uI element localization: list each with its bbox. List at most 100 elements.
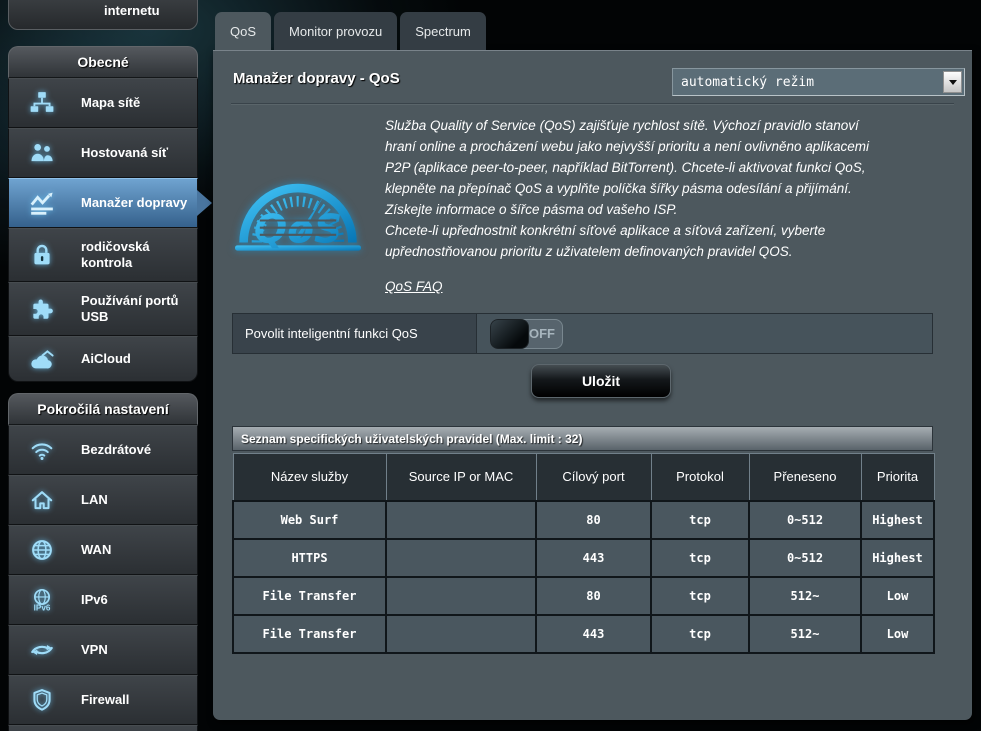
- sidebar-item-network-map[interactable]: Mapa sítě: [8, 78, 198, 128]
- qos-enable-label: Povolit inteligentní funkci QoS: [233, 314, 477, 353]
- qos-description-p2: Získejte informace o šířce pásma od vaše…: [385, 199, 890, 220]
- sidebar-item-partial[interactable]: [8, 725, 198, 731]
- lock-icon: [25, 242, 59, 268]
- cell-service: File Transfer: [233, 577, 386, 615]
- main-panel: Manažer dopravy - QoS automatický režim …: [213, 50, 972, 720]
- sidebar-item-guest-network[interactable]: Hostovaná síť: [8, 128, 198, 178]
- home-icon: [25, 487, 59, 513]
- cell-port: 443: [536, 539, 651, 577]
- tab-traffic-monitor[interactable]: Monitor provozu: [274, 12, 397, 50]
- sidebar-item-firewall[interactable]: Firewall: [8, 675, 198, 725]
- cell-source: [386, 501, 536, 539]
- page-title: Manažer dopravy - QoS: [233, 70, 400, 87]
- sidebar-item-label: Mapa sítě: [81, 95, 140, 111]
- quick-setup-label: internetu: [104, 3, 160, 18]
- save-button[interactable]: Uložit: [531, 364, 671, 398]
- cell-transferred: 0~512: [749, 501, 861, 539]
- vpn-arrows-icon: [25, 637, 59, 663]
- sidebar-item-label: Hostovaná síť: [81, 145, 168, 161]
- sidebar-item-label: rodičovská kontrola: [81, 239, 191, 271]
- rules-table: Název služby Source IP or MAC Cílový por…: [232, 453, 935, 654]
- qos-description: Služba Quality of Service (QoS) zajišťuj…: [385, 115, 890, 297]
- cell-protocol: tcp: [651, 577, 749, 615]
- cloud-home-icon: [25, 346, 59, 372]
- sidebar-item-label: Firewall: [81, 692, 129, 708]
- sidebar-item-label: IPv6: [81, 592, 108, 608]
- toggle-knob[interactable]: [490, 319, 529, 349]
- col-header-service-name: Název služby: [233, 454, 386, 501]
- sidebar-item-label: Manažer dopravy: [81, 195, 187, 211]
- title-separator: [231, 103, 954, 104]
- qos-enable-cell: OFF: [477, 314, 932, 353]
- sidebar-item-label: AiCloud: [81, 351, 131, 367]
- rules-table-section: Seznam specifických uživatelských pravid…: [232, 426, 933, 654]
- cell-transferred: 0~512: [749, 539, 861, 577]
- cell-protocol: tcp: [651, 539, 749, 577]
- network-map-icon: [25, 90, 59, 116]
- qos-enable-row: Povolit inteligentní funkci QoS OFF: [232, 313, 933, 354]
- qos-toggle-switch[interactable]: OFF: [490, 319, 563, 349]
- sidebar-item-traffic-manager[interactable]: Manažer dopravy: [8, 178, 198, 228]
- sidebar-item-quick-internet-setup[interactable]: internetu: [8, 0, 198, 30]
- section-header-advanced: Pokročilá nastavení: [8, 393, 198, 425]
- section-header-general: Obecné: [8, 46, 198, 78]
- qos-mode-select[interactable]: automatický režim: [672, 68, 965, 96]
- sidebar-item-label: Používání portů USB: [81, 293, 191, 325]
- select-arrow-button[interactable]: [943, 71, 962, 93]
- ipv6-globe-icon: IPv6: [25, 587, 59, 613]
- sidebar-item-label: LAN: [81, 492, 108, 508]
- cell-priority: Highest: [861, 539, 934, 577]
- sidebar-item-wireless[interactable]: Bezdrátové: [8, 425, 198, 475]
- col-header-protocol: Protokol: [651, 454, 749, 501]
- cell-priority: Low: [861, 615, 934, 653]
- qos-badge-text: QoS: [254, 207, 342, 252]
- cell-service: Web Surf: [233, 501, 386, 539]
- table-row: HTTPS 443 tcp 0~512 Highest: [233, 539, 934, 577]
- cell-port: 80: [536, 577, 651, 615]
- cell-priority: Low: [861, 577, 934, 615]
- rules-header-row: Název služby Source IP or MAC Cílový por…: [233, 454, 934, 501]
- cell-source: [386, 539, 536, 577]
- sidebar-item-usb-application[interactable]: Používání portů USB: [8, 282, 198, 336]
- page: { "theme": { "accent_blue": "#35b7f0", "…: [0, 0, 981, 731]
- cell-service: HTTPS: [233, 539, 386, 577]
- chevron-down-icon: [949, 80, 957, 89]
- sidebar-item-aicloud[interactable]: AiCloud: [8, 336, 198, 382]
- wifi-icon: [25, 437, 59, 463]
- traffic-chart-icon: [25, 190, 59, 216]
- cell-source: [386, 615, 536, 653]
- cell-priority: Highest: [861, 501, 934, 539]
- sidebar-item-wan[interactable]: WAN: [8, 525, 198, 575]
- guest-network-icon: [25, 140, 59, 166]
- table-row: Web Surf 80 tcp 0~512 Highest: [233, 501, 934, 539]
- cell-protocol: tcp: [651, 615, 749, 653]
- rules-table-title: Seznam specifických uživatelských pravid…: [232, 426, 933, 451]
- qos-mode-selected-value: automatický režim: [673, 75, 943, 90]
- cell-transferred: 512~: [749, 615, 861, 653]
- svg-text:IPv6: IPv6: [34, 604, 51, 613]
- cell-transferred: 512~: [749, 577, 861, 615]
- sidebar-item-ipv6[interactable]: IPv6 IPv6: [8, 575, 198, 625]
- tab-spectrum[interactable]: Spectrum: [400, 12, 486, 50]
- col-header-transferred: Přeneseno: [749, 454, 861, 501]
- cell-port: 443: [536, 615, 651, 653]
- table-row: File Transfer 443 tcp 512~ Low: [233, 615, 934, 653]
- qos-faq-link[interactable]: QoS FAQ: [385, 276, 443, 297]
- sidebar-item-vpn[interactable]: VPN: [8, 625, 198, 675]
- col-header-source: Source IP or MAC: [386, 454, 536, 501]
- qos-description-p1: Služba Quality of Service (QoS) zajišťuj…: [385, 115, 890, 199]
- sidebar-item-label: Bezdrátové: [81, 442, 151, 458]
- qos-gauge-icon: QoS: [235, 149, 361, 271]
- col-header-priority: Priorita: [861, 454, 934, 501]
- sidebar-item-parental-control[interactable]: rodičovská kontrola: [8, 228, 198, 282]
- sidebar-item-label: VPN: [81, 642, 108, 658]
- tab-qos[interactable]: QoS: [215, 12, 271, 50]
- shield-icon: [25, 687, 59, 713]
- col-header-dest-port: Cílový port: [536, 454, 651, 501]
- sidebar-section-advanced: Pokročilá nastavení Bezdrátové LAN WAN I…: [8, 393, 198, 731]
- sidebar-item-lan[interactable]: LAN: [8, 475, 198, 525]
- qos-description-p3: Chcete-li upřednostnit konkrétní síťové …: [385, 220, 890, 262]
- cell-protocol: tcp: [651, 501, 749, 539]
- cell-service: File Transfer: [233, 615, 386, 653]
- cell-source: [386, 577, 536, 615]
